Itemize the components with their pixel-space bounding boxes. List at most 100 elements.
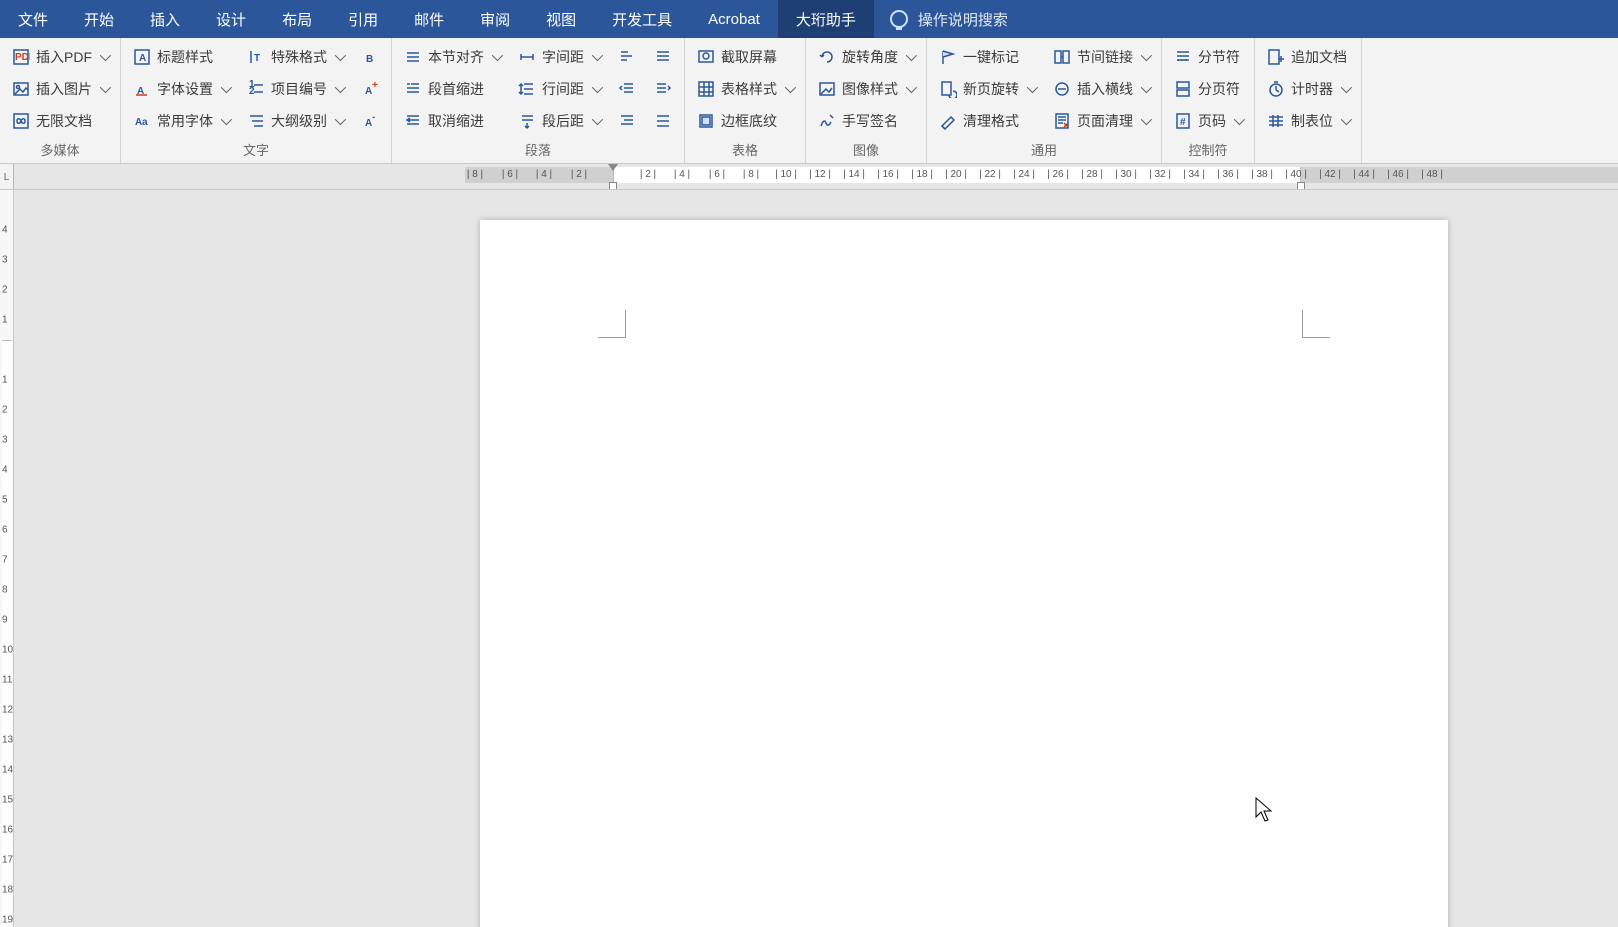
align-indent-right-button[interactable] bbox=[612, 106, 642, 136]
menu-label: 插入 bbox=[150, 9, 180, 30]
font-settings-button[interactable]: A字体设置 bbox=[127, 74, 235, 104]
align-justify-button[interactable] bbox=[648, 42, 678, 72]
clear-format-button[interactable]: 清理格式 bbox=[933, 106, 1041, 136]
flag-icon bbox=[939, 48, 957, 66]
tab-stop-button[interactable]: 制表位 bbox=[1261, 106, 1355, 136]
ruler-v-tick: 1 bbox=[2, 375, 8, 386]
menu-4[interactable]: 布局 bbox=[264, 0, 330, 38]
infinity-button[interactable]: 无限文档 bbox=[6, 106, 114, 136]
infinity-icon bbox=[12, 112, 30, 130]
ruler-corner[interactable]: L bbox=[0, 164, 14, 190]
indent-cancel-button[interactable]: 取消缩进 bbox=[398, 106, 506, 136]
button-label: 字体设置 bbox=[157, 79, 213, 99]
menu-5[interactable]: 引用 bbox=[330, 0, 396, 38]
border-shading-button[interactable]: 边框底纹 bbox=[691, 106, 799, 136]
bold-icon: B bbox=[361, 48, 379, 66]
ruler-tick: | 40 | bbox=[1285, 169, 1307, 180]
menu-label: Acrobat bbox=[708, 11, 760, 28]
timer-button[interactable]: 计时器 bbox=[1261, 74, 1355, 104]
button-label: 表格样式 bbox=[721, 79, 777, 99]
menu-0[interactable]: 文件 bbox=[0, 0, 66, 38]
page[interactable] bbox=[480, 220, 1448, 927]
flag-button[interactable]: 一键标记 bbox=[933, 42, 1041, 72]
menu-11[interactable]: 大珩助手 bbox=[778, 0, 874, 38]
rotate-button[interactable]: 旋转角度 bbox=[812, 42, 920, 72]
ruler-v-tick: 5 bbox=[2, 495, 8, 506]
append-doc-button[interactable]: 追加文档 bbox=[1261, 42, 1355, 72]
table-style-button[interactable]: 表格样式 bbox=[691, 74, 799, 104]
outline-level-icon bbox=[247, 112, 265, 130]
menu-9[interactable]: 开发工具 bbox=[594, 0, 690, 38]
ruler-margin-right[interactable] bbox=[1301, 167, 1618, 183]
menu-2[interactable]: 插入 bbox=[132, 0, 198, 38]
button-label: 段后距 bbox=[542, 111, 584, 131]
button-label: 分页符 bbox=[1198, 79, 1240, 99]
button-label: 旋转角度 bbox=[842, 47, 898, 67]
ruler-v-page-area[interactable] bbox=[2, 340, 12, 927]
outline-level-button[interactable]: 大纲级别 bbox=[241, 106, 349, 136]
line-spacing-button[interactable]: 行间距 bbox=[512, 74, 606, 104]
menu-7[interactable]: 审阅 bbox=[462, 0, 528, 38]
align-right-indent-button[interactable] bbox=[648, 74, 678, 104]
page-number-icon: # bbox=[1174, 112, 1192, 130]
page-number-button[interactable]: #页码 bbox=[1168, 106, 1248, 136]
page-clean-button[interactable]: 页面清理 bbox=[1047, 106, 1155, 136]
indent-first-button[interactable]: 段首缩进 bbox=[398, 74, 506, 104]
tell-me-search[interactable]: 操作说明搜索 bbox=[874, 0, 1024, 38]
indent-first-icon bbox=[404, 80, 422, 98]
menu-3[interactable]: 设计 bbox=[198, 0, 264, 38]
align-section-button[interactable]: 本节对齐 bbox=[398, 42, 506, 72]
ruler-tick: | 12 | bbox=[809, 169, 831, 180]
menubar: 文件开始插入设计布局引用邮件审阅视图开发工具 Acrobat 大珩助手操作说明搜索 bbox=[0, 0, 1618, 38]
align-distribute-button[interactable] bbox=[648, 106, 678, 136]
indent-marker-right[interactable] bbox=[1297, 182, 1305, 190]
vertical-ruler[interactable]: 432112345678910111213141516171819 bbox=[0, 190, 14, 927]
document-area[interactable] bbox=[14, 190, 1618, 927]
menu-10[interactable]: Acrobat bbox=[690, 0, 778, 38]
ruler-v-tick: 10 bbox=[2, 645, 13, 656]
align-indent-left-button[interactable] bbox=[612, 74, 642, 104]
menu-label: 文件 bbox=[18, 9, 48, 30]
page-break-button[interactable]: 分页符 bbox=[1168, 74, 1248, 104]
align-left-icon bbox=[618, 48, 636, 66]
image-button[interactable]: 插入图片 bbox=[6, 74, 114, 104]
list-number-button[interactable]: 12项目编号 bbox=[241, 74, 349, 104]
menu-8[interactable]: 视图 bbox=[528, 0, 594, 38]
image-style-button[interactable]: 图像样式 bbox=[812, 74, 920, 104]
insert-hr-button[interactable]: 插入横线 bbox=[1047, 74, 1155, 104]
ruler-v-tick: 12 bbox=[2, 705, 13, 716]
chevron-down-icon bbox=[1141, 82, 1152, 93]
margin-marker-top-right bbox=[1302, 310, 1330, 338]
section-break-button[interactable]: 分节符 bbox=[1168, 42, 1248, 72]
font-size-up-button[interactable]: A+ bbox=[355, 74, 385, 104]
after-spacing-button[interactable]: 段后距 bbox=[512, 106, 606, 136]
special-format-button[interactable]: T特殊格式 bbox=[241, 42, 349, 72]
font-common-button[interactable]: Aa常用字体 bbox=[127, 106, 235, 136]
menu-label: 引用 bbox=[348, 9, 378, 30]
page-clean-icon bbox=[1053, 112, 1071, 130]
ruler-v-tick: 18 bbox=[2, 885, 13, 896]
section-link-button[interactable]: 节间链接 bbox=[1047, 42, 1155, 72]
button-label: 常用字体 bbox=[157, 111, 213, 131]
screenshot-button[interactable]: 截取屏幕 bbox=[691, 42, 799, 72]
align-left-button[interactable] bbox=[612, 42, 642, 72]
indent-marker-top[interactable] bbox=[608, 164, 618, 171]
chevron-down-icon bbox=[592, 50, 603, 61]
ribbon-group-通用: 一键标记新页旋转清理格式节间链接插入横线页面清理通用 bbox=[927, 38, 1162, 163]
pdf-button[interactable]: PDF插入PDF bbox=[6, 42, 114, 72]
char-spacing-button[interactable]: 字间距 bbox=[512, 42, 606, 72]
indent-marker-bottom[interactable] bbox=[609, 182, 617, 190]
menu-1[interactable]: 开始 bbox=[66, 0, 132, 38]
bold-button[interactable]: B bbox=[355, 42, 385, 72]
heading-style-button[interactable]: A标题样式 bbox=[127, 42, 235, 72]
font-size-down-icon: A- bbox=[361, 112, 379, 130]
list-number-icon: 12 bbox=[247, 80, 265, 98]
font-size-down-button[interactable]: A- bbox=[355, 106, 385, 136]
new-page-rotate-button[interactable]: 新页旋转 bbox=[933, 74, 1041, 104]
margin-marker-top-left bbox=[598, 310, 626, 338]
button-label: 追加文档 bbox=[1291, 47, 1347, 67]
horizontal-ruler[interactable]: L | 8 || 6 || 4 || 2 || 2 || 4 || 6 || 8… bbox=[0, 164, 1618, 190]
sign-button[interactable]: 手写签名 bbox=[812, 106, 920, 136]
menu-6[interactable]: 邮件 bbox=[396, 0, 462, 38]
align-right-indent-icon bbox=[654, 80, 672, 98]
